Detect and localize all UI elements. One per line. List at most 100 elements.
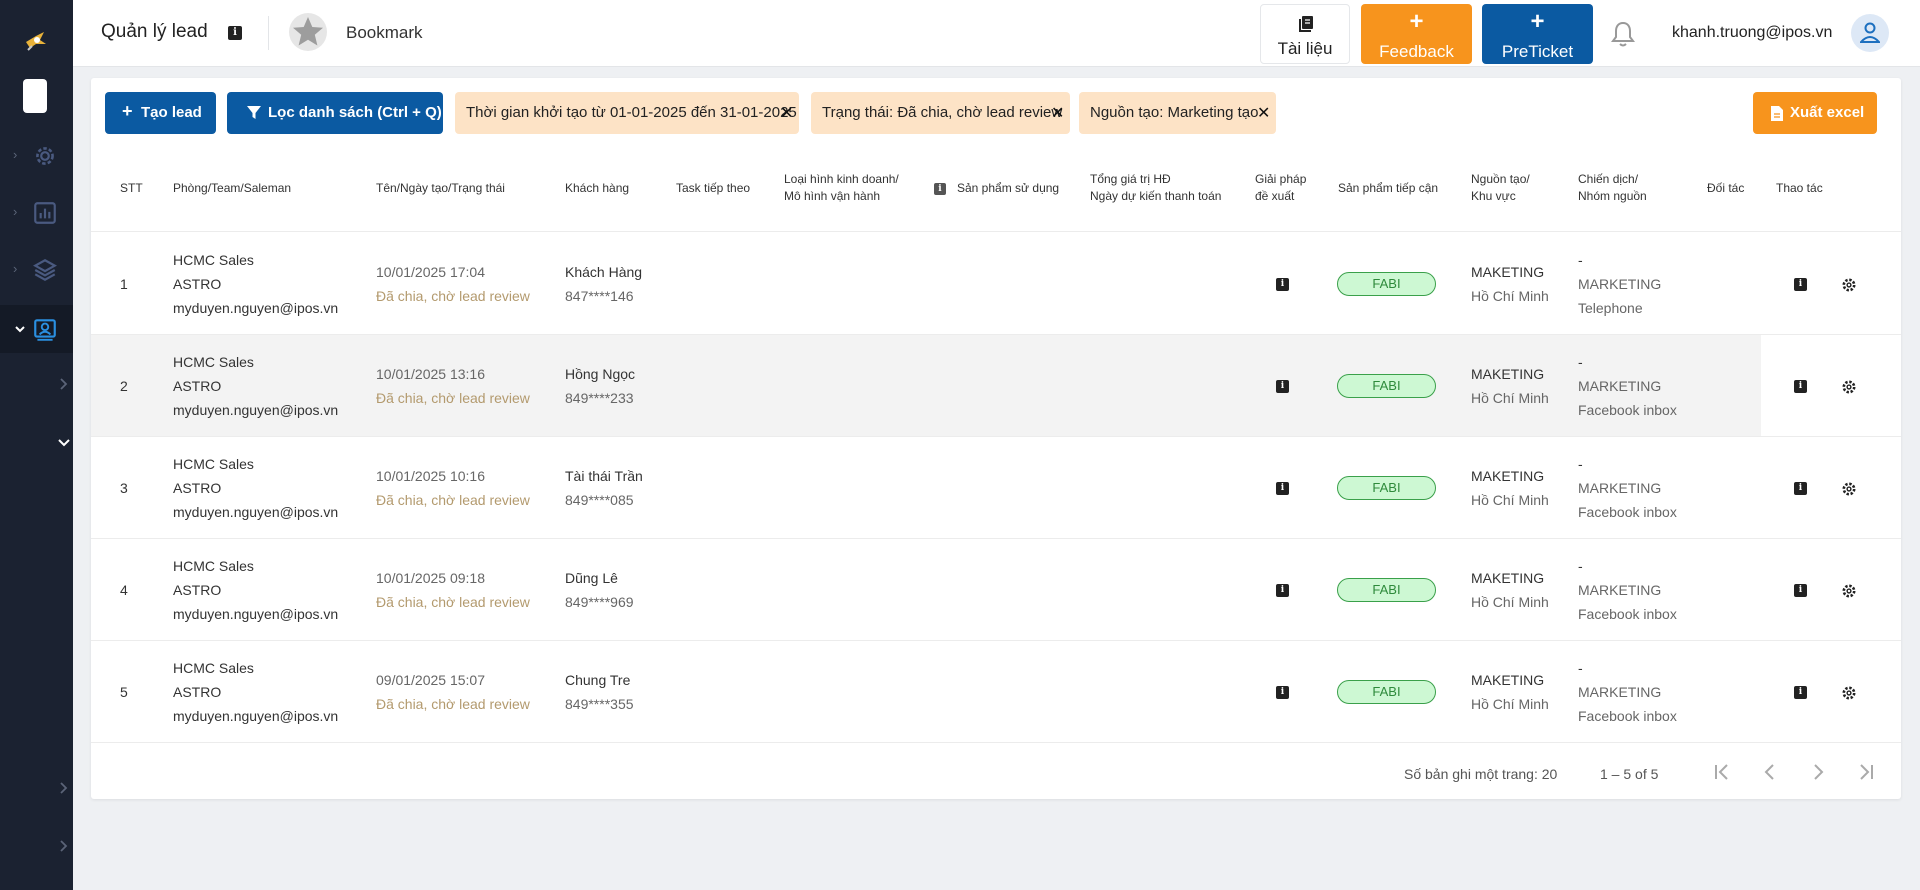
gear-icon[interactable] — [1841, 379, 1857, 395]
info-icon[interactable]: i — [1794, 686, 1807, 699]
chevron-down-icon[interactable] — [54, 432, 74, 452]
sidebar-item-leads[interactable] — [0, 305, 73, 353]
plus-icon: + — [1409, 8, 1424, 35]
gear-icon[interactable] — [1841, 277, 1857, 293]
close-icon[interactable]: ✕ — [1257, 103, 1270, 123]
info-icon[interactable]: i — [1794, 584, 1807, 597]
sidebar-toggle-button[interactable] — [23, 79, 47, 113]
page-title: Quản lý lead — [101, 21, 208, 42]
table-row[interactable]: 5 HCMC Sales ASTRO myduyen.nguyen@ipos.vn 09… — [91, 641, 1901, 743]
rows-per-page-label[interactable]: Số bản ghi một trang: 20 — [1404, 766, 1557, 782]
info-icon[interactable]: i — [934, 183, 946, 195]
info-icon[interactable]: i — [1794, 278, 1807, 291]
row-sub-team: ASTRO — [173, 276, 222, 292]
sidebar-item-layers[interactable]: › — [0, 249, 73, 289]
sidebar-item-settings[interactable]: › — [0, 135, 73, 175]
chevron-right-icon: › — [13, 261, 18, 276]
col-campaign: Chiến dịch/ Nhóm nguồn — [1578, 171, 1647, 205]
table-row[interactable]: 3 HCMC Sales ASTRO myduyen.nguyen@ipos.vn 10… — [91, 437, 1901, 539]
info-icon[interactable]: i — [1276, 380, 1289, 393]
documents-label: Tài liệu — [1277, 39, 1333, 58]
filter-icon — [247, 106, 261, 119]
table-row[interactable]: 4 HCMC Sales ASTRO myduyen.nguyen@ipos.vn 10… — [91, 539, 1901, 641]
col-customer: Khách hàng — [565, 181, 630, 195]
table-row[interactable]: 2 HCMC Sales ASTRO myduyen.nguyen@ipos.vn 10… — [91, 335, 1901, 437]
info-icon[interactable]: i — [1794, 380, 1807, 393]
col-campaign-line2: Nhóm nguồn — [1578, 189, 1647, 203]
row-created-date: 10/01/2025 10:16 — [376, 468, 485, 484]
col-source-line2: Khu vực — [1471, 189, 1516, 203]
feedback-label: Feedback — [1379, 42, 1454, 61]
export-excel-button[interactable]: Xuất excel — [1753, 92, 1877, 134]
row-customer-name[interactable]: Chung Tre — [565, 668, 630, 692]
preticket-button[interactable]: + PreTicket — [1482, 4, 1593, 64]
row-source: MAKETING — [1471, 468, 1545, 484]
chevron-right-icon[interactable] — [54, 778, 74, 798]
chevron-right-icon[interactable] — [54, 374, 74, 394]
row-team: HCMC Sales — [173, 456, 254, 472]
row-saleman: myduyen.nguyen@ipos.vn — [173, 708, 339, 724]
create-lead-button[interactable]: + Tạo lead — [105, 92, 216, 134]
col-stt: STT — [120, 181, 143, 195]
filter-chip-date: Thời gian khởi tạo từ 01-01-2025 đến 31-… — [455, 92, 799, 134]
row-customer-phone: 847****146 — [565, 288, 634, 304]
row-customer-name[interactable]: Dũng Lê — [565, 566, 618, 590]
row-customer-phone: 849****085 — [565, 492, 634, 508]
row-stt: 4 — [120, 582, 128, 598]
next-page-icon[interactable] — [1801, 755, 1835, 789]
first-page-icon[interactable] — [1705, 755, 1739, 789]
avatar[interactable] — [1851, 14, 1889, 52]
chart-icon — [34, 202, 56, 224]
prev-page-icon[interactable] — [1753, 755, 1787, 789]
row-region: Hồ Chí Minh — [1471, 492, 1549, 508]
info-icon[interactable]: i — [228, 26, 242, 40]
gear-icon[interactable] — [1841, 583, 1857, 599]
documents-button[interactable]: Tài liệu — [1260, 4, 1350, 64]
chevron-right-icon[interactable] — [54, 836, 74, 856]
gear-icon[interactable] — [1841, 685, 1857, 701]
last-page-icon[interactable] — [1849, 755, 1883, 789]
info-icon[interactable]: i — [1276, 278, 1289, 291]
row-channel: Facebook inbox — [1578, 606, 1677, 622]
info-icon[interactable]: i — [1276, 584, 1289, 597]
row-sub-team: ASTRO — [173, 582, 222, 598]
bookmark-label[interactable]: Bookmark — [346, 23, 423, 43]
bell-icon[interactable] — [1610, 20, 1636, 48]
user-email[interactable]: khanh.truong@ipos.vn — [1672, 24, 1832, 42]
row-saleman: myduyen.nguyen@ipos.vn — [173, 402, 339, 418]
row-source: MAKETING — [1471, 672, 1545, 688]
row-region: Hồ Chí Minh — [1471, 288, 1549, 304]
row-customer-name[interactable]: Hồng Ngọc — [565, 362, 635, 386]
row-campaign-group: MARKETING — [1578, 378, 1662, 394]
gear-icon[interactable] — [1841, 481, 1857, 497]
pagination-range: 1 – 5 of 5 — [1600, 766, 1659, 782]
row-campaign: - — [1578, 558, 1583, 574]
row-sub-team: ASTRO — [173, 684, 222, 700]
row-customer-name[interactable]: Tài thái Trần — [565, 464, 643, 488]
row-channel: Facebook inbox — [1578, 504, 1677, 520]
feedback-button[interactable]: + Feedback — [1361, 4, 1472, 64]
col-team: Phòng/Team/Saleman — [173, 181, 292, 195]
close-icon[interactable]: ✕ — [1051, 103, 1064, 123]
row-source: MAKETING — [1471, 264, 1545, 280]
info-icon[interactable]: i — [1276, 686, 1289, 699]
info-icon[interactable]: i — [1794, 482, 1807, 495]
close-icon[interactable]: ✕ — [780, 103, 793, 123]
logo-icon[interactable] — [22, 26, 50, 54]
col-business-line2: Mô hình vận hành — [784, 189, 881, 203]
sidebar-item-reports[interactable]: › — [0, 192, 73, 232]
row-campaign: - — [1578, 456, 1583, 472]
top-header: Quản lý lead i Bookmark Tài liệu + Feedb… — [73, 0, 1920, 67]
header-divider — [268, 16, 269, 50]
row-channel: Facebook inbox — [1578, 708, 1677, 724]
row-region: Hồ Chí Minh — [1471, 390, 1549, 406]
table-row[interactable]: 1 HCMC Sales ASTRO myduyen.nguyen@ipos.vn 10… — [91, 233, 1901, 335]
filter-list-button[interactable]: Lọc danh sách (Ctrl + Q) — [227, 92, 443, 134]
row-created-date: 10/01/2025 17:04 — [376, 264, 485, 280]
info-icon[interactable]: i — [1276, 482, 1289, 495]
col-partner: Đối tác — [1707, 181, 1745, 195]
row-customer-name[interactable]: Khách Hàng — [565, 260, 642, 284]
star-icon[interactable] — [288, 12, 328, 52]
col-campaign-line1: Chiến dịch/ — [1578, 172, 1639, 186]
col-solution-line2: đề xuất — [1255, 189, 1295, 203]
